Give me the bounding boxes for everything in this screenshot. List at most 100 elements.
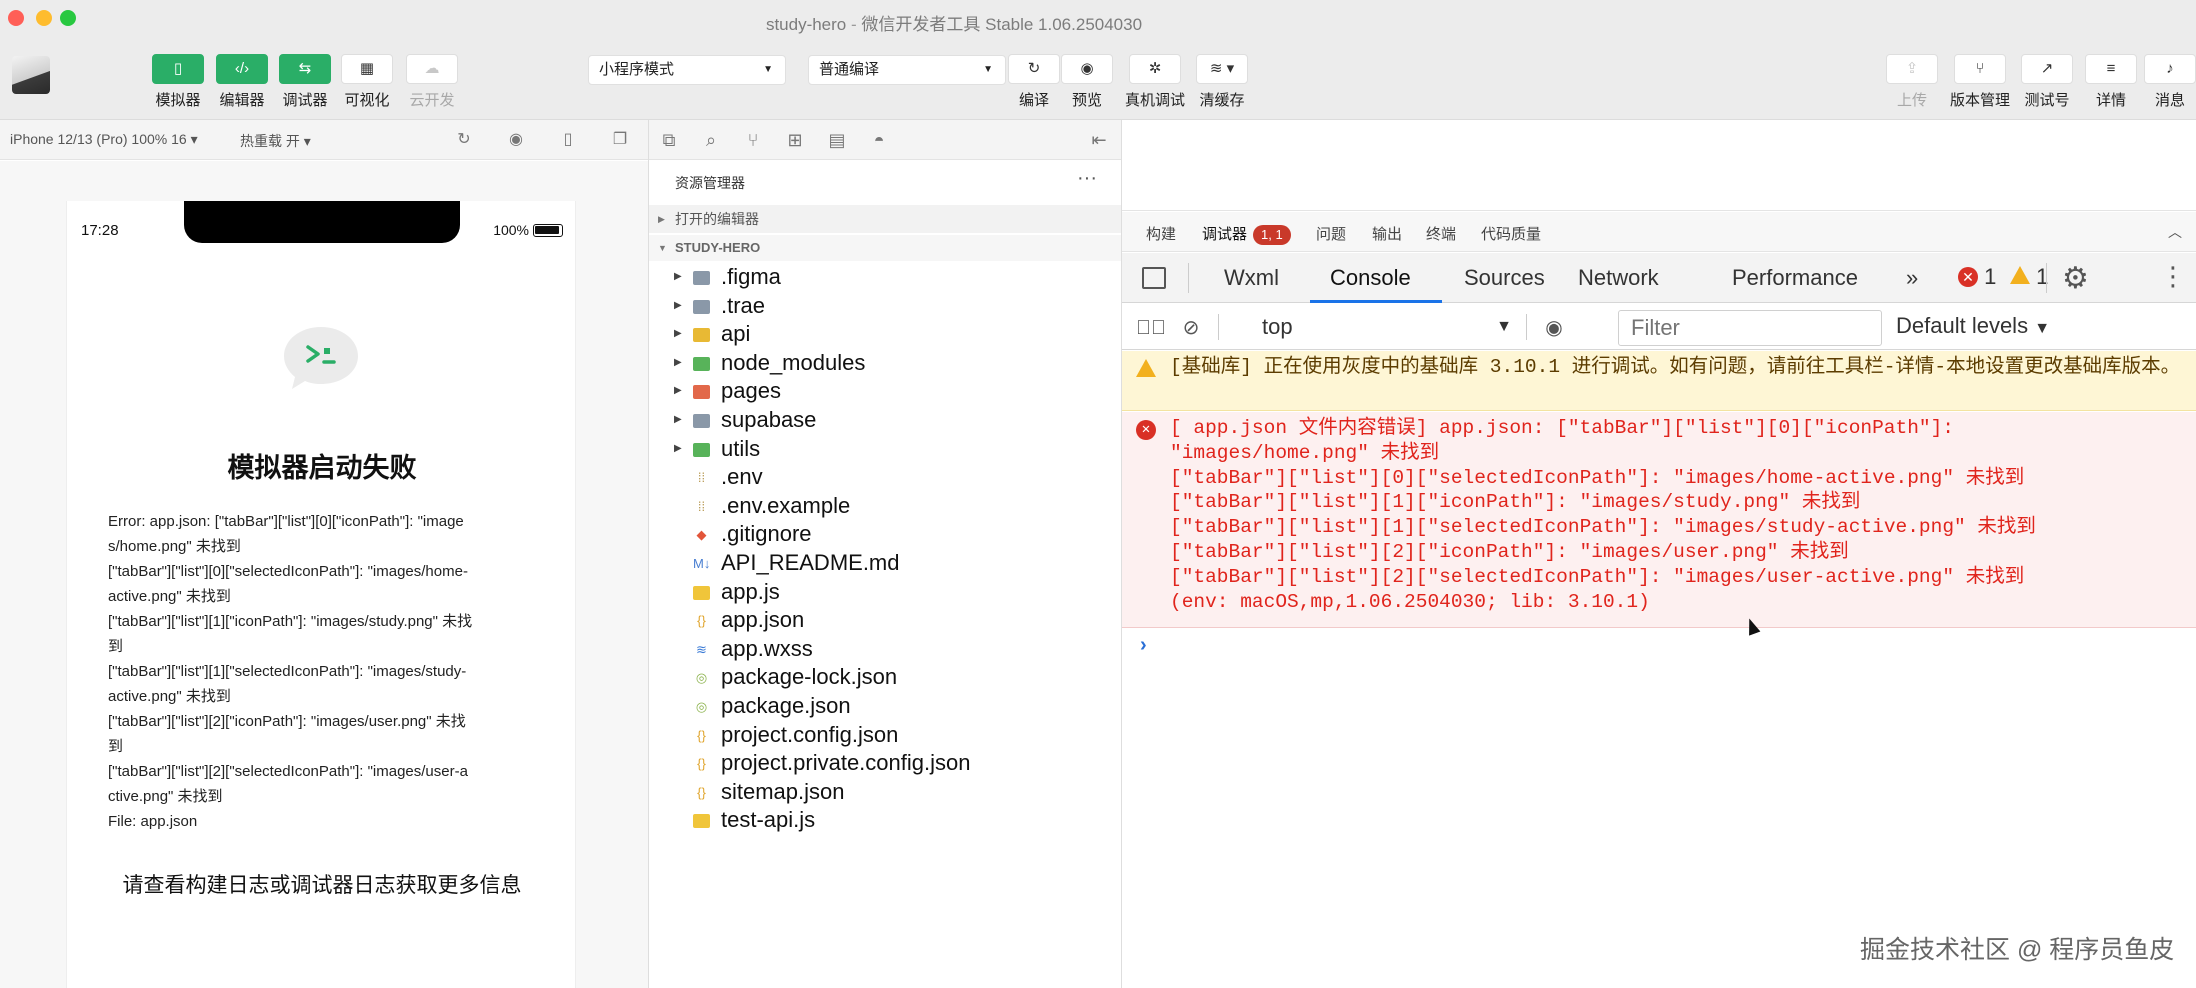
messages-button[interactable]: ♪ 消息 xyxy=(2144,54,2196,116)
project-section[interactable]: ▼ STUDY-HERO xyxy=(649,235,1121,261)
chevron-up-icon[interactable]: ︿ xyxy=(2168,222,2182,242)
mode-select-value: 小程序模式 xyxy=(599,61,675,78)
tab-terminal[interactable]: 终端 xyxy=(1426,223,1456,244)
collapse-panel-icon[interactable]: ⇤ xyxy=(1087,129,1111,151)
tree-item-name: project.private.config.json xyxy=(721,750,971,776)
tree-file[interactable]: M↓ API_README.md xyxy=(649,549,1121,578)
tree-folder[interactable]: ▶ utils xyxy=(649,435,1121,464)
visual-button[interactable]: ▦ 可视化 xyxy=(341,54,393,116)
tree-folder[interactable]: ▶ .trae xyxy=(649,292,1121,321)
version-control-button[interactable]: ⑂ 版本管理 xyxy=(1950,54,2010,116)
branch-icon: ⑂ xyxy=(1954,54,2006,84)
tree-file[interactable]: {} project.private.config.json xyxy=(649,749,1121,778)
chevron-right-icon: ▶ xyxy=(674,413,682,425)
tree-file[interactable]: ◎ package.json xyxy=(649,692,1121,721)
files-icon[interactable]: ⧉ xyxy=(657,129,681,151)
tree-file[interactable]: app.js xyxy=(649,578,1121,607)
error-line: 到 xyxy=(108,638,124,655)
tree-file[interactable]: test-api.js xyxy=(649,806,1121,835)
stop-icon[interactable]: ◉ xyxy=(506,130,526,150)
tree-file[interactable]: {} app.json xyxy=(649,606,1121,635)
tree-file[interactable]: ⁞⁞ .env.example xyxy=(649,492,1121,521)
tree-folder[interactable]: ▶ api xyxy=(649,320,1121,349)
settings-file-icon: ⁞⁞ xyxy=(697,498,706,514)
gear-icon[interactable]: ⚙ xyxy=(2062,261,2089,296)
kebab-menu-icon[interactable]: ⋮ xyxy=(2160,261,2186,292)
tab-output[interactable]: 输出 xyxy=(1372,223,1402,244)
tab-console[interactable]: Console xyxy=(1330,265,1411,291)
tab-code-quality[interactable]: 代码质量 xyxy=(1481,223,1541,244)
search-icon[interactable]: ⌕ xyxy=(699,129,723,151)
source-control-icon[interactable]: ⑂ xyxy=(741,129,765,151)
remote-debug-button[interactable]: ✲ 真机调试 xyxy=(1125,54,1185,116)
window-title: study-hero - 微信开发者工具 Stable 1.06.2504030 xyxy=(0,10,1908,35)
tab-debugger[interactable]: 调试器 1, 1 xyxy=(1202,223,1291,245)
tree-item-name: utils xyxy=(721,435,761,461)
mode-select[interactable]: 小程序模式 ▼ xyxy=(588,55,786,85)
refresh-icon[interactable]: ↻ xyxy=(454,130,474,150)
test-account-button[interactable]: ↗ 测试号 xyxy=(2021,54,2073,116)
chevron-right-icon: ▶ xyxy=(674,442,682,454)
window-icon[interactable]: ❐ xyxy=(610,130,630,150)
tab-performance[interactable]: Performance xyxy=(1732,265,1858,291)
tree-folder[interactable]: ▶ node_modules xyxy=(649,349,1121,378)
sidebar-toggle-icon[interactable]: ▶⃞ xyxy=(1136,316,1166,340)
open-editors-section[interactable]: ▶ 打开的编辑器 xyxy=(649,205,1121,233)
tab-problems[interactable]: 问题 xyxy=(1316,223,1346,244)
tree-item-name: pages xyxy=(721,378,781,404)
console-prompt[interactable]: › xyxy=(1140,634,1147,657)
tree-file[interactable]: {} sitemap.json xyxy=(649,778,1121,807)
details-button[interactable]: ≡ 详情 xyxy=(2085,54,2137,116)
tree-item-name: package.json xyxy=(721,692,851,718)
tab-sources[interactable]: Sources xyxy=(1464,265,1545,291)
filter-input[interactable] xyxy=(1618,310,1882,346)
tab-wxml[interactable]: Wxml xyxy=(1224,265,1279,291)
devtools-panel-tabs: Wxml Console Sources Network Performance… xyxy=(1122,253,2196,303)
editor-button[interactable]: ‹/› 编辑器 xyxy=(216,54,268,116)
tree-file[interactable]: ⁞⁞ .env xyxy=(649,463,1121,492)
debugger-button[interactable]: ⇆ 调试器 xyxy=(279,54,331,116)
tree-file[interactable]: ≋ app.wxss xyxy=(649,635,1121,664)
tree-folder[interactable]: ▶ pages xyxy=(649,377,1121,406)
error-title: 模拟器启动失败 xyxy=(227,453,417,483)
error-counter[interactable]: ✕ 1 xyxy=(1958,264,1996,290)
upload-button[interactable]: ⇪ 上传 xyxy=(1886,54,1938,116)
preview-button[interactable]: ◉ 预览 xyxy=(1061,54,1113,116)
cloud-dev-button[interactable]: ☁ 云开发 xyxy=(406,54,458,116)
log-levels-select[interactable]: Default levels ▼ xyxy=(1896,313,2050,339)
context-select[interactable]: top ▼ xyxy=(1262,312,1512,342)
tab-network[interactable]: Network xyxy=(1578,265,1659,291)
avatar[interactable] xyxy=(12,56,50,94)
tree-item-name: .trae xyxy=(721,292,766,318)
storage-icon[interactable]: ▤ xyxy=(825,129,849,151)
tree-item-name: .figma xyxy=(721,264,781,289)
simulator-button[interactable]: ▯ 模拟器 xyxy=(152,54,204,116)
tree-file[interactable]: {} project.config.json xyxy=(649,721,1121,750)
hot-reload-select[interactable]: 热重载 开 ▾ xyxy=(240,131,311,151)
more-icon[interactable]: ··· xyxy=(1077,167,1097,190)
preview-label: 预览 xyxy=(1071,92,1102,109)
file-explorer: 资源管理器 ··· ▶ 打开的编辑器 ▼ STUDY-HERO ▶ .figma ▶… xyxy=(649,161,1121,988)
clear-console-icon[interactable]: ⊘ xyxy=(1178,316,1204,340)
docker-icon[interactable]: ◓ xyxy=(867,129,891,151)
phone-icon[interactable]: ▯ xyxy=(558,130,578,150)
chevron-right-icon: ▶ xyxy=(658,214,665,224)
error-line: File: app.json xyxy=(108,813,198,830)
compile-select[interactable]: 普通编译 ▼ xyxy=(808,55,1006,85)
tree-folder[interactable]: ▶ .figma xyxy=(649,263,1121,292)
error-line: Error: app.json: ["tabBar"]["list"][0]["… xyxy=(108,513,464,530)
eye-icon[interactable]: ◉ xyxy=(1536,316,1572,340)
app-name: 微信开发者工具 Stable 1.06.2504030 xyxy=(861,15,1143,34)
layout-icon: ▦ xyxy=(341,54,393,84)
clear-cache-button[interactable]: ≋ ▾ 清缓存 xyxy=(1196,54,1248,116)
warning-counter[interactable]: 1 xyxy=(2010,264,2048,290)
extensions-icon[interactable]: ⊞ xyxy=(783,129,807,151)
phone-screen: 17:28 100% 模拟器启动失败 Error: app.json: ["ta… xyxy=(66,201,576,988)
device-select[interactable]: iPhone 12/13 (Pro) 100% 16 ▾ xyxy=(10,131,198,148)
tab-build[interactable]: 构建 xyxy=(1146,223,1176,244)
inspect-element-icon[interactable] xyxy=(1142,267,1166,289)
tree-file[interactable]: ◎ package-lock.json xyxy=(649,663,1121,692)
more-tabs-icon[interactable]: » xyxy=(1906,265,1918,291)
tree-file[interactable]: ◆ .gitignore xyxy=(649,520,1121,549)
tree-folder[interactable]: ▶ supabase xyxy=(649,406,1121,435)
